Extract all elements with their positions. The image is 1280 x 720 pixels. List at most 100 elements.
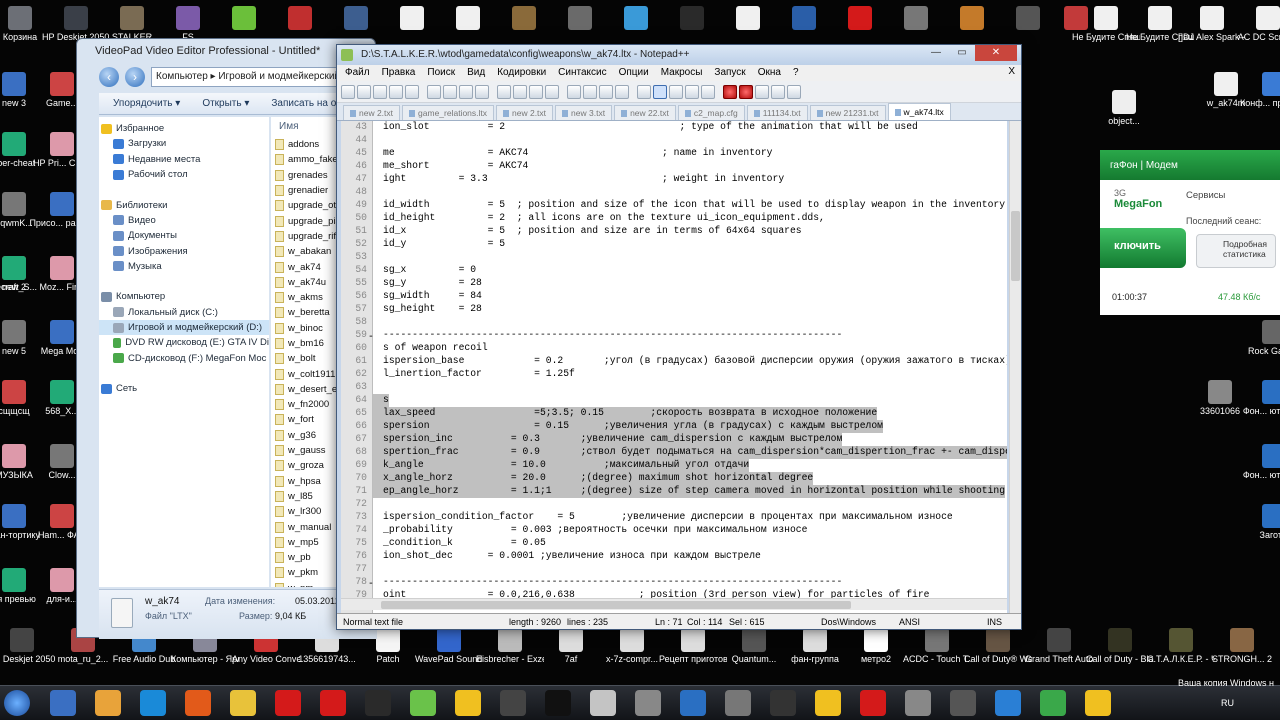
taskbar-app-icon[interactable]: [95, 690, 121, 716]
fold-marker[interactable]: [368, 201, 374, 210]
taskbar-app-icon[interactable]: [365, 690, 391, 716]
desktop-icon[interactable]: Фон... ютуб н...: [1240, 444, 1280, 481]
fold-marker[interactable]: [368, 474, 374, 483]
taskbar-app-icon[interactable]: [995, 690, 1021, 716]
taskbar-app-icon[interactable]: [50, 690, 76, 716]
toolbar-button-icon[interactable]: [443, 84, 457, 99]
fold-marker[interactable]: [368, 305, 374, 314]
toolbar-button-icon[interactable]: [599, 84, 613, 99]
toolbar-button-icon[interactable]: [373, 84, 387, 99]
code-line[interactable]: 77: [355, 563, 1007, 576]
code-line[interactable]: 54 sg_x = 0: [355, 264, 1007, 277]
toolbar-button-icon[interactable]: [567, 84, 581, 99]
megafon-services-tab[interactable]: Сервисы: [1186, 190, 1225, 201]
start-button-icon[interactable]: [4, 690, 30, 716]
taskbar-app-icon[interactable]: [230, 690, 256, 716]
desktop-icon[interactable]: С.Т.А.Л.К.Е.Р. - Чистое Н...: [1147, 628, 1215, 665]
desktop-icon[interactable]: Загот...: [1240, 504, 1280, 541]
menu-item[interactable]: Правка: [382, 67, 416, 79]
toolbar-button-icon[interactable]: [787, 84, 801, 99]
maximize-button[interactable]: ▭: [949, 45, 975, 61]
toolbar-button-icon[interactable]: [497, 84, 511, 99]
toolbar-button-icon[interactable]: [389, 84, 403, 99]
menu-item[interactable]: Поиск: [427, 67, 455, 79]
megafon-disconnect-button[interactable]: ключить: [1100, 228, 1186, 268]
nav-item[interactable]: DVD RW дисковод (E:) GTA IV Di: [99, 335, 269, 350]
taskbar-app-icon[interactable]: [860, 690, 886, 716]
desktop-icon[interactable]: Rock Games: [1240, 320, 1280, 357]
fold-marker[interactable]: -: [368, 331, 374, 342]
desktop-icon[interactable]: AC DC Screwe: [1234, 6, 1280, 43]
code-line[interactable]: 50 id_height = 2 ; all icons are on the t…: [355, 212, 1007, 225]
fold-marker[interactable]: [368, 162, 374, 171]
desktop-icon[interactable]: ACDC - Touch T...: [903, 628, 971, 665]
taskbar-app-icon[interactable]: [545, 690, 571, 716]
megafon-stats-button[interactable]: Подробная статистика: [1196, 234, 1276, 268]
toolbar-button-icon[interactable]: [475, 84, 489, 99]
burn-button[interactable]: Записать на оп: [271, 98, 341, 109]
toolbar-button-icon[interactable]: [341, 84, 355, 99]
desktop-icon[interactable]: Grand Theft Auto IV -...: [1025, 628, 1093, 665]
forward-icon[interactable]: ›: [125, 67, 145, 87]
fold-marker[interactable]: -: [368, 578, 374, 589]
desktop-icon[interactable]: HP Deskjet 2050 J51...: [0, 628, 56, 665]
toolbar-button-icon[interactable]: [405, 84, 419, 99]
fold-marker[interactable]: [368, 318, 374, 327]
menu-item[interactable]: Макросы: [661, 67, 703, 79]
fold-marker[interactable]: [368, 227, 374, 236]
fold-marker[interactable]: [368, 422, 374, 431]
desktop-icon[interactable]: STRONGH... 2: [1208, 628, 1276, 665]
taskbar-app-icon[interactable]: [500, 690, 526, 716]
fold-marker[interactable]: [368, 500, 374, 509]
nav-item[interactable]: Локальный диск (C:): [99, 305, 269, 320]
fold-marker[interactable]: [368, 539, 374, 548]
fold-marker[interactable]: [368, 461, 374, 470]
code-line[interactable]: 58: [355, 316, 1007, 329]
nav-item[interactable]: Игровой и модмейкерский (D:): [99, 319, 269, 336]
nav-item[interactable]: Сеть: [99, 381, 269, 396]
toolbar-button-icon[interactable]: [653, 84, 667, 99]
fold-marker[interactable]: [368, 409, 374, 418]
taskbar-app-icon[interactable]: [140, 690, 166, 716]
toolbar-button-icon[interactable]: [513, 84, 527, 99]
open-button[interactable]: Открыть ▾: [202, 98, 249, 109]
fold-marker[interactable]: [368, 513, 374, 522]
language-indicator[interactable]: RU: [1221, 698, 1234, 708]
document-tab[interactable]: game_relations.ltx: [402, 105, 495, 120]
fold-marker[interactable]: [368, 344, 374, 353]
desktop-icon[interactable]: x-7z-compr...: [598, 628, 666, 665]
fold-marker[interactable]: [368, 136, 374, 145]
menu-item[interactable]: Запуск: [714, 67, 745, 79]
nav-item[interactable]: Рабочий стол: [99, 167, 269, 182]
toolbar-button-icon[interactable]: [723, 84, 737, 99]
nav-item[interactable]: Загрузки: [99, 136, 269, 151]
code-line[interactable]: 65 lax_speed =5;3.5; 0.15 ;скорость возвр…: [355, 407, 1007, 420]
code-line[interactable]: 74 _probability = 0.003 ;вероятность осеч…: [355, 524, 1007, 537]
toolbar-button-icon[interactable]: [427, 84, 441, 99]
nav-item[interactable]: Библиотеки: [99, 197, 269, 212]
code-line[interactable]: 59- -------------------------------------…: [355, 329, 1007, 342]
menu-item[interactable]: Синтаксис: [558, 67, 606, 79]
fold-marker[interactable]: [368, 266, 374, 275]
vertical-scrollbar[interactable]: [1009, 121, 1021, 614]
code-line[interactable]: 57 sg_height = 28: [355, 303, 1007, 316]
fold-marker[interactable]: [368, 175, 374, 184]
taskbar-app-icon[interactable]: [455, 690, 481, 716]
nav-item[interactable]: Изображения: [99, 243, 269, 258]
desktop-icon[interactable]: Eisbrecher - Exzess Exp...: [476, 628, 544, 665]
taskbar-app-icon[interactable]: [275, 690, 301, 716]
taskbar-app-icon[interactable]: [1040, 690, 1066, 716]
fold-marker[interactable]: [368, 292, 374, 301]
code-line[interactable]: 48: [355, 186, 1007, 199]
back-icon[interactable]: ‹: [99, 67, 119, 87]
toolbar-button-icon[interactable]: [583, 84, 597, 99]
code-line[interactable]: 49 id_width = 5 ; position and size of th…: [355, 199, 1007, 212]
menu-item[interactable]: Опции: [619, 67, 649, 79]
minimize-button[interactable]: —: [923, 45, 949, 61]
code-line[interactable]: 66 spersion = 0.15 ;увеличения угла (в гр…: [355, 420, 1007, 433]
taskbar-app-icon[interactable]: [770, 690, 796, 716]
code-line[interactable]: 78- -------------------------------------…: [355, 576, 1007, 589]
taskbar-app-icon[interactable]: [725, 690, 751, 716]
code-line[interactable]: 60 s of weapon recoil: [355, 342, 1007, 355]
horizontal-scrollbar[interactable]: [341, 598, 1007, 610]
